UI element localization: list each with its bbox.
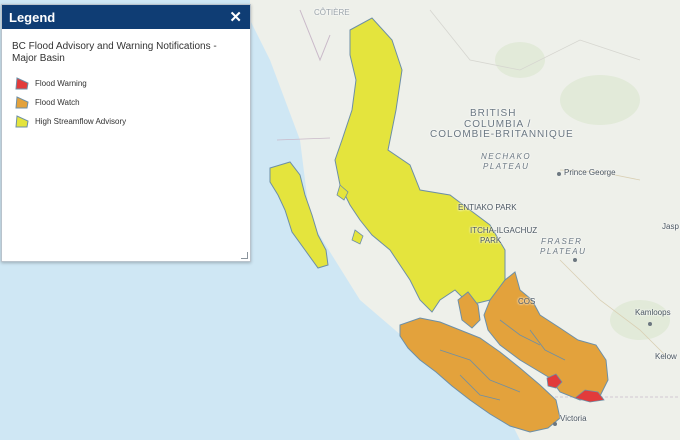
entiako-label: ENTIAKO PARK xyxy=(458,203,517,212)
nechako-label-2: PLATEAU xyxy=(483,162,530,171)
legend-body: BC Flood Advisory and Warning Notificati… xyxy=(2,29,250,130)
high-streamflow-advisory-swatch-icon xyxy=(15,115,29,128)
kelowna-label: Kelow xyxy=(655,352,677,361)
victoria-dot xyxy=(553,422,557,426)
fraser-town-dot xyxy=(573,258,577,262)
kamloops-dot xyxy=(648,322,652,326)
cos-label: COS xyxy=(518,297,536,306)
flood-watch-swatch-icon xyxy=(15,96,29,109)
legend-item-flood-warning: Flood Warning xyxy=(12,74,240,92)
itcha-label-2: PARK xyxy=(480,236,502,245)
province-label-en-1: BRITISH xyxy=(470,108,517,119)
resize-grip-icon[interactable] xyxy=(241,252,248,259)
legend-item-high-streamflow-advisory: High Streamflow Advisory xyxy=(12,112,240,130)
map-view[interactable]: BRITISH COLUMBIA / COLOMBIE-BRITANNIQUE … xyxy=(0,0,680,440)
victoria-label: Victoria xyxy=(560,414,587,423)
prince-george-dot xyxy=(557,172,561,176)
jasper-label: Jasp xyxy=(662,222,679,231)
nechako-label-1: NECHAKO xyxy=(481,152,532,161)
close-icon[interactable]: ✕ xyxy=(229,10,242,25)
legend-header: Legend ✕ xyxy=(2,5,250,29)
flood-warning-swatch-icon xyxy=(15,77,29,90)
fraser-label-1: FRASER xyxy=(541,237,583,246)
legend-label: High Streamflow Advisory xyxy=(35,116,127,126)
kamloops-label: Kamloops xyxy=(635,308,671,317)
itcha-label-1: ITCHA-ILGACHUZ xyxy=(470,226,538,235)
prince-george-label: Prince George xyxy=(564,168,616,177)
legend-title: Legend xyxy=(9,9,56,25)
legend-label: Flood Watch xyxy=(35,97,80,107)
province-label-fr: COLOMBIE-BRITANNIQUE xyxy=(430,129,574,140)
legend-panel: Legend ✕ BC Flood Advisory and Warning N… xyxy=(1,4,251,262)
fraser-label-2: PLATEAU xyxy=(540,247,587,256)
legend-label: Flood Warning xyxy=(35,78,87,88)
cotiere-label: CÔTIÈRE xyxy=(314,8,350,17)
legend-item-flood-watch: Flood Watch xyxy=(12,93,240,111)
legend-layer-title: BC Flood Advisory and Warning Notificati… xyxy=(12,41,217,64)
